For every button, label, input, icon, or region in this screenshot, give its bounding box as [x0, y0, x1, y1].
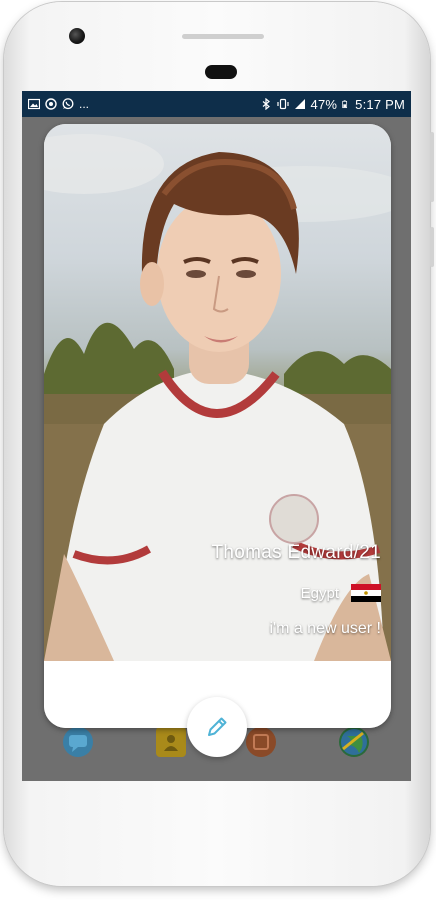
battery-percent: 47%	[310, 96, 338, 112]
status-bar: ... 47% 5:17 PM	[22, 91, 411, 117]
signal-icon	[294, 99, 305, 109]
whatsapp-icon	[62, 98, 74, 110]
profile-photo: Thomas Edward/21 Egypt i'm a new user !	[44, 124, 391, 661]
notification-icons: ...	[22, 97, 95, 111]
settings-icon	[45, 98, 57, 110]
pencil-icon	[208, 717, 227, 736]
profile-name: Thomas Edward/21	[211, 542, 381, 563]
profile-card[interactable]: Thomas Edward/21 Egypt i'm a new user !	[44, 124, 391, 728]
battery-icon	[342, 100, 348, 109]
profile-icon	[246, 727, 276, 757]
more-notifications: ...	[79, 97, 90, 111]
top-speaker	[182, 34, 264, 39]
front-camera	[69, 28, 85, 44]
chat-icon	[63, 727, 93, 757]
profile-status: i'm a new user !	[269, 620, 381, 637]
profile-country: Egypt	[300, 584, 339, 602]
profile-country-row: Egypt	[301, 584, 381, 602]
profile-photo-art	[44, 134, 391, 661]
clock: 5:17 PM	[355, 96, 405, 112]
image-icon	[28, 98, 40, 110]
vibrate-icon	[276, 98, 289, 110]
power-button	[430, 227, 434, 267]
volume-button	[430, 132, 434, 202]
system-icons: 47% 5:17 PM	[254, 97, 411, 112]
bluetooth-icon	[262, 98, 270, 110]
earpiece	[205, 65, 237, 79]
contacts-icon	[156, 727, 186, 757]
globe-icon	[339, 727, 369, 757]
egypt-flag-icon	[351, 584, 381, 602]
edit-button[interactable]	[187, 697, 247, 757]
